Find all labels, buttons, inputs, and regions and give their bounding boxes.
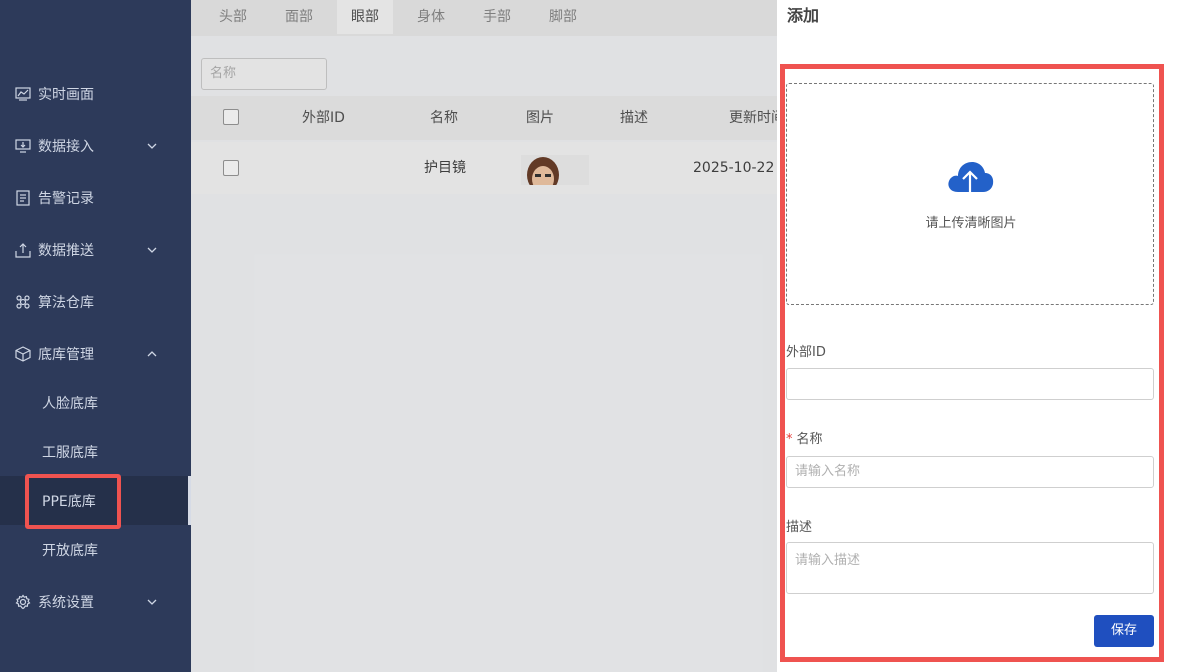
upload-hint: 请上传清晰图片 <box>925 216 1017 231</box>
required-mark: * <box>786 432 793 447</box>
sidebar-subitem-label: 工服底库 <box>42 444 98 461</box>
sidebar-subitem-open-library[interactable]: 开放底库 <box>0 525 191 574</box>
sidebar-subitem-uniform-library[interactable]: 工服底库 <box>0 427 191 476</box>
cloud-upload-icon <box>948 162 994 196</box>
algorithm-icon <box>15 294 31 310</box>
name-label-text: 名称 <box>796 432 823 447</box>
sidebar-item-label: 实时画面 <box>38 87 94 103</box>
sidebar-item-algorithms[interactable]: 算法仓库 <box>0 276 191 328</box>
monitor-chart-icon <box>15 86 31 102</box>
sidebar-subitem-face-library[interactable]: 人脸底库 <box>0 378 191 427</box>
sidebar-item-realtime[interactable]: 实时画面 <box>0 68 191 120</box>
sidebar-item-label: 算法仓库 <box>38 295 94 311</box>
data-input-icon <box>15 138 31 154</box>
sidebar-item-alarms[interactable]: 告警记录 <box>0 172 191 224</box>
sidebar-item-data-access[interactable]: 数据接入 <box>0 120 191 172</box>
sidebar-item-label: 数据接入 <box>38 139 94 155</box>
highlight-box <box>25 474 121 529</box>
name-label: * 名称 <box>786 428 823 447</box>
image-upload-area[interactable]: 请上传清晰图片 <box>786 83 1154 305</box>
sidebar-item-label: 系统设置 <box>38 595 94 611</box>
document-icon <box>15 190 31 206</box>
sidebar: 实时画面 数据接入 告警记录 数据推送 算法仓库 底库管理 人脸底库 工服底库 … <box>0 0 191 672</box>
name-field[interactable]: 请输入名称 <box>786 456 1154 488</box>
chevron-up-icon <box>147 351 157 357</box>
gear-icon <box>15 594 31 610</box>
description-field[interactable]: 请输入描述 <box>786 542 1154 594</box>
sidebar-subitem-label: 人脸底库 <box>42 395 98 412</box>
chevron-down-icon <box>147 599 157 605</box>
chevron-down-icon <box>147 143 157 149</box>
sidebar-item-label: 底库管理 <box>38 347 94 363</box>
drawer-title: 添加 <box>787 6 820 25</box>
external-id-field[interactable] <box>786 368 1154 400</box>
sidebar-item-label: 告警记录 <box>38 191 94 207</box>
description-label: 描述 <box>786 520 813 535</box>
modal-overlay[interactable] <box>191 0 778 672</box>
external-id-label: 外部ID <box>786 345 826 360</box>
sidebar-item-data-push[interactable]: 数据推送 <box>0 224 191 276</box>
upload-tray-icon <box>15 242 31 258</box>
chevron-down-icon <box>147 247 157 253</box>
cube-icon <box>15 346 31 362</box>
sidebar-item-settings[interactable]: 系统设置 <box>0 576 191 628</box>
sidebar-item-label: 数据推送 <box>38 243 94 259</box>
sidebar-subitem-label: 开放底库 <box>42 542 98 559</box>
sidebar-item-library[interactable]: 底库管理 <box>0 328 191 380</box>
add-drawer: 添加 请上传清晰图片 外部ID * 名称 请输入名称 描述 请输入描述 保存 <box>777 0 1178 672</box>
save-button[interactable]: 保存 <box>1094 615 1154 647</box>
